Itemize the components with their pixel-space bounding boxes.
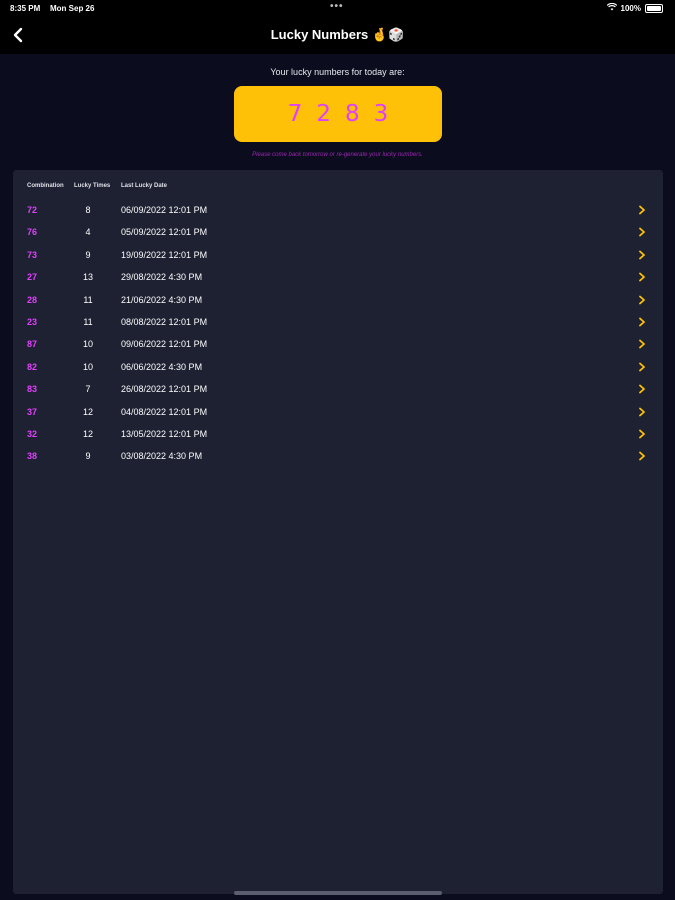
table-row[interactable]: 76 4 05/09/2022 12:01 PM xyxy=(13,223,663,245)
lucky-times-cell: 12 xyxy=(82,429,93,439)
history-table: Combination Lucky Times Last Lucky Date … xyxy=(13,170,663,894)
regenerate-hint: Please come back tomorrow or re-generate… xyxy=(252,152,423,158)
table-row[interactable]: 28 11 21/06/2022 4:30 PM xyxy=(13,291,663,313)
chevron-right-icon xyxy=(639,407,645,416)
lucky-times-cell: 4 xyxy=(85,227,91,238)
multitasking-dots-icon[interactable]: ••• xyxy=(330,1,344,12)
lucky-times-cell: 12 xyxy=(82,406,93,417)
last-lucky-date-cell: 13/05/2022 12:01 PM xyxy=(121,429,208,439)
table-row[interactable]: 73 9 19/09/2022 12:01 PM xyxy=(13,246,663,268)
lucky-digit: 3 xyxy=(373,101,389,127)
last-lucky-date-cell: 26/08/2022 12:01 PM xyxy=(121,384,208,395)
table-row[interactable]: 32 12 13/05/2022 12:01 PM xyxy=(13,425,663,447)
combination-cell: 87 xyxy=(27,339,38,350)
combination-cell: 23 xyxy=(27,317,38,327)
combination-cell: 28 xyxy=(27,294,38,305)
last-lucky-date-cell: 29/08/2022 4:30 PM xyxy=(121,272,203,283)
combination-cell: 38 xyxy=(27,451,38,462)
chevron-right-icon xyxy=(639,250,645,260)
lucky-times-cell: 10 xyxy=(82,361,93,372)
last-lucky-date-cell: 06/06/2022 4:30 PM xyxy=(121,361,203,372)
lucky-numbers-box: 7 2 8 3 xyxy=(234,86,442,142)
combination-cell: 76 xyxy=(27,227,38,238)
chevron-right-icon xyxy=(639,384,645,394)
table-row[interactable]: 87 10 09/06/2022 12:01 PM xyxy=(13,335,663,357)
combination-cell: 27 xyxy=(27,272,38,283)
chevron-right-icon xyxy=(639,227,645,237)
combination-cell: 73 xyxy=(27,249,38,260)
lucky-digit: 8 xyxy=(345,101,360,127)
wifi-icon xyxy=(606,2,617,13)
table-row[interactable]: 38 9 03/08/2022 4:30 PM xyxy=(13,447,663,469)
combination-cell: 32 xyxy=(27,429,38,439)
status-time: 8:35 PM xyxy=(10,4,41,13)
last-lucky-date-cell: 06/09/2022 12:01 PM xyxy=(121,205,208,215)
last-lucky-date-cell: 05/09/2022 12:01 PM xyxy=(121,227,208,238)
page-title: Lucky Numbers 🤞🎲 xyxy=(270,27,405,42)
table-row[interactable]: 23 11 08/08/2022 12:01 PM xyxy=(13,313,663,335)
combination-cell: 82 xyxy=(27,361,38,372)
chevron-right-icon xyxy=(639,295,645,304)
combination-cell: 72 xyxy=(27,205,38,215)
chevron-right-icon xyxy=(639,362,645,372)
chevron-right-icon xyxy=(639,339,645,349)
status-bar: 8:35 PM Mon Sep 26 ••• 100% xyxy=(0,0,675,16)
table-header: Combination Lucky Times Last Lucky Date xyxy=(13,183,663,193)
chevron-right-icon xyxy=(639,429,645,439)
status-right: 100% xyxy=(606,2,663,13)
chevron-right-icon xyxy=(639,317,645,327)
combination-cell: 83 xyxy=(27,384,38,395)
lucky-times-cell: 11 xyxy=(83,317,93,327)
table-row[interactable]: 72 8 06/09/2022 12:01 PM xyxy=(13,201,663,223)
last-lucky-date-cell: 09/06/2022 12:01 PM xyxy=(121,339,208,350)
status-date: Mon Sep 26 xyxy=(50,4,95,13)
lucky-times-cell: 10 xyxy=(82,339,93,350)
lucky-times-cell: 9 xyxy=(85,249,91,260)
chevron-right-icon xyxy=(639,451,645,461)
column-header-last-lucky-date: Last Lucky Date xyxy=(121,183,168,189)
chevron-right-icon xyxy=(639,272,645,282)
last-lucky-date-cell: 19/09/2022 12:01 PM xyxy=(121,249,208,260)
lucky-digit: 2 xyxy=(316,101,331,127)
last-lucky-date-cell: 08/08/2022 12:01 PM xyxy=(121,317,208,327)
table-row[interactable]: 27 13 29/08/2022 4:30 PM xyxy=(13,268,663,290)
lucky-times-cell: 13 xyxy=(82,272,93,283)
table-row[interactable]: 83 7 26/08/2022 12:01 PM xyxy=(13,380,663,402)
lucky-times-cell: 9 xyxy=(85,451,91,462)
column-header-combination: Combination xyxy=(27,183,64,189)
table-row[interactable]: 82 10 06/06/2022 4:30 PM xyxy=(13,358,663,380)
table-row[interactable]: 37 12 04/08/2022 12:01 PM xyxy=(13,403,663,425)
lucky-times-cell: 8 xyxy=(85,205,91,215)
home-indicator[interactable] xyxy=(234,891,442,895)
lucky-intro-text: Your lucky numbers for today are: xyxy=(270,67,405,77)
nav-bar: Lucky Numbers 🤞🎲 xyxy=(0,16,675,54)
lucky-times-cell: 7 xyxy=(85,384,91,395)
battery-percent: 100% xyxy=(620,3,641,13)
combination-cell: 37 xyxy=(27,406,38,417)
column-header-lucky-times: Lucky Times xyxy=(74,183,111,189)
lucky-digit: 7 xyxy=(287,101,303,127)
last-lucky-date-cell: 03/08/2022 4:30 PM xyxy=(121,451,203,462)
battery-icon xyxy=(645,3,663,13)
chevron-right-icon xyxy=(639,205,645,215)
last-lucky-date-cell: 21/06/2022 4:30 PM xyxy=(121,294,203,305)
last-lucky-date-cell: 04/08/2022 12:01 PM xyxy=(121,406,208,417)
lucky-times-cell: 11 xyxy=(83,294,93,305)
